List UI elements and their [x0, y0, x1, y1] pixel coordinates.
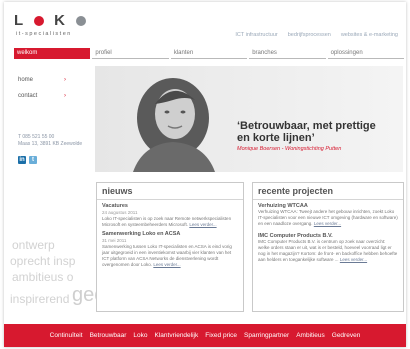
main-nav: welkom profiel klanten branches oplossin…: [14, 48, 405, 59]
quote-line-1: ‘Betrouwbaar, met prettige: [237, 120, 376, 132]
testimonial-portrait: [133, 78, 215, 172]
news-item: Vacatures 24 augustus 2011 Loko IT-speci…: [97, 200, 243, 228]
project-item-text: IMC Computer Products B.V. is centrum op…: [258, 239, 398, 262]
hero-banner: ‘Betrouwbaar, met prettige en korte lijn…: [95, 66, 403, 172]
footer-word: Sparringpartner: [244, 332, 290, 339]
address: Maas 13, 3891 KB Zeewolde: [18, 141, 83, 147]
news-item-date: 24 augustus 2011: [102, 210, 138, 215]
project-item: Verhuizing WTCAA Verhuizing WTCAA: Tweej…: [253, 200, 403, 227]
project-item: IMC Computer Products B.V. IMC Computer …: [253, 227, 403, 263]
quote-author: Monique Boersen - Woningstichting Putten: [237, 146, 342, 152]
toplink-websites[interactable]: websites & e-marketing: [341, 32, 398, 38]
testimonial-quote: ‘Betrouwbaar, met prettige en korte lijn…: [237, 120, 376, 144]
sidebar-item-label: home: [18, 77, 34, 83]
footer-word: Betrouwbaar: [89, 332, 127, 339]
toplink-processes[interactable]: bedrijfsprocessen: [288, 32, 331, 38]
quote-line-2: en korte lijnen’: [237, 132, 315, 144]
footer-word: Ambitieus: [296, 332, 325, 339]
nav-oplossingen[interactable]: oplossingen: [327, 48, 405, 59]
news-item-text: Samenwerking tussen Loko IT-specialisten…: [102, 244, 232, 267]
nav-klanten[interactable]: klanten: [170, 48, 248, 59]
footer-word: Klantvriendelijk: [154, 332, 199, 339]
nav-welkom[interactable]: welkom: [14, 48, 91, 59]
footer-word: Continuïteit: [49, 332, 83, 339]
linkedin-icon[interactable]: in: [18, 156, 26, 164]
contact-details: T 085 521 55 00 Maas 13, 3891 KB Zeewold…: [18, 134, 98, 148]
news-item-date: 31 mei 2011: [102, 238, 127, 243]
news-item-title[interactable]: Vacatures: [102, 203, 238, 209]
chevron-right-icon: ›: [64, 93, 66, 99]
logo-red-dot: [34, 15, 45, 26]
projects-panel: recente projecten Verhuizing WTCAA Verhu…: [252, 182, 404, 312]
read-more-link[interactable]: Lees verder...: [189, 222, 216, 227]
logo-subtitle: it-specialisten: [16, 31, 72, 37]
logo-letter-k: K: [54, 12, 67, 29]
watermark-word: inspirerend: [10, 292, 70, 306]
logo-letter-l: L: [14, 12, 25, 29]
phone-number: T 085 521 55 00: [18, 134, 55, 140]
logo-grey-dot: [76, 15, 87, 26]
twitter-icon[interactable]: t: [29, 156, 37, 164]
watermark-word: oprecht insp: [10, 254, 76, 268]
top-links: ICT infrastructuur bedrijfsprocessen web…: [235, 32, 398, 38]
project-item-text: Verhuizing WTCAA: Tweejt andere het gebo…: [258, 209, 398, 226]
sidebar: home › contact › T 085 521 55 00 Maas 13…: [18, 72, 98, 164]
page-frame: L K it-specialisten ICT infrastructuur b…: [4, 2, 406, 347]
sidebar-item-home[interactable]: home ›: [18, 72, 66, 88]
news-item: Samenwerking Loko en ACSA 31 mei 2011 Sa…: [97, 228, 243, 268]
watermark-word: ontwerp: [12, 238, 55, 252]
footer-word: Gedreven: [331, 332, 361, 339]
footer-bar: Continuïteit Betrouwbaar Loko Klantvrien…: [4, 324, 406, 347]
sidebar-item-label: contact: [18, 93, 38, 99]
watermark-word: ambitieus o: [12, 270, 74, 284]
logo[interactable]: L K it-specialisten: [14, 12, 87, 37]
news-title: nieuws: [97, 183, 243, 200]
read-more-link[interactable]: Lees verder...: [153, 262, 180, 267]
social-links: in t: [18, 156, 98, 164]
read-more-link[interactable]: Lees verder...: [314, 221, 341, 226]
projects-title: recente projecten: [253, 183, 403, 200]
sidebar-item-contact[interactable]: contact ›: [18, 88, 66, 104]
news-panel: nieuws Vacatures 24 augustus 2011 Loko I…: [96, 182, 244, 312]
footer-word: Loko: [133, 332, 148, 339]
read-more-link[interactable]: Lees verder...: [340, 257, 367, 262]
news-item-text: Loko IT-specialisten is op zoek naar Rem…: [102, 216, 232, 227]
chevron-right-icon: ›: [64, 77, 66, 83]
nav-profiel[interactable]: profiel: [92, 48, 169, 59]
toplink-ict[interactable]: ICT infrastructuur: [235, 32, 277, 38]
nav-branches[interactable]: branches: [249, 48, 326, 59]
news-item-title[interactable]: Samenwerking Loko en ACSA: [102, 231, 238, 237]
footer-word: Fixed price: [205, 332, 238, 339]
